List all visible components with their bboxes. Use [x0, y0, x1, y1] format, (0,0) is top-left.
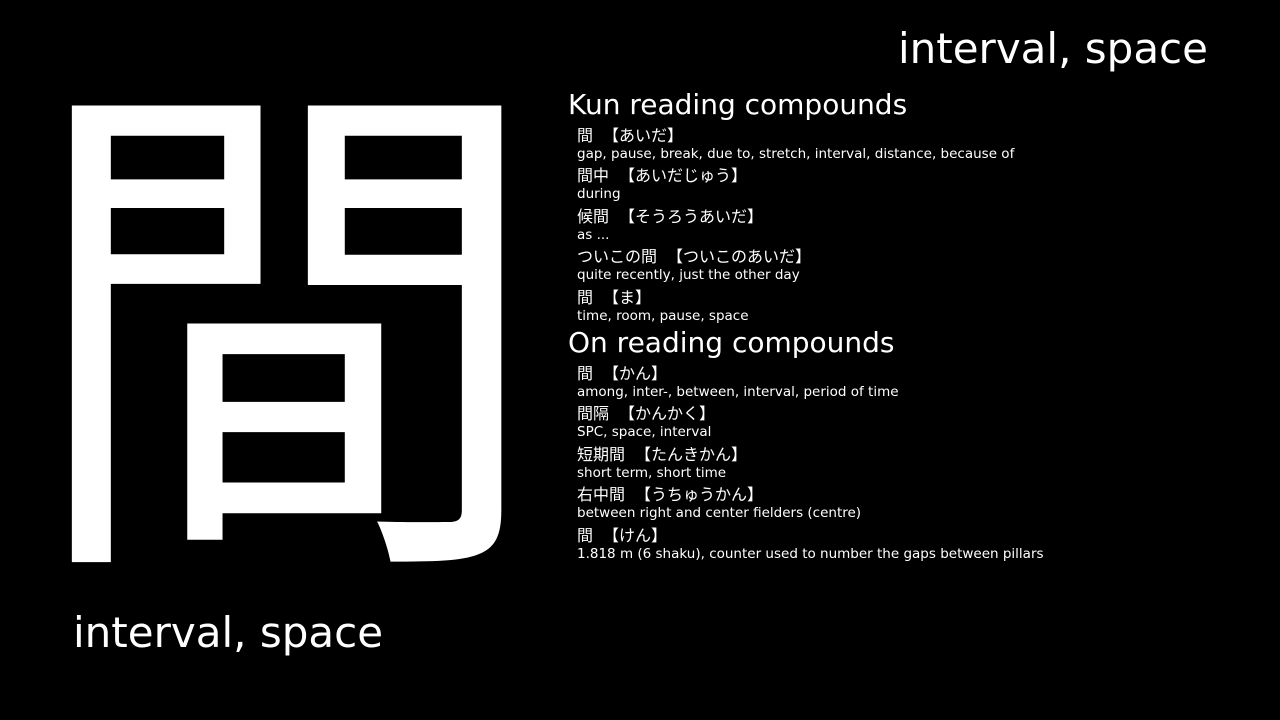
- compounds-panel: Kun reading compounds 間【あいだ】 gap, pause,…: [568, 88, 1248, 562]
- compound-word: 間隔: [577, 404, 610, 424]
- compound-word: 間: [577, 363, 594, 383]
- kun-compound-entry: 候間 【そうろうあいだ】 as ...: [577, 207, 1248, 243]
- compound-word: 間: [577, 287, 594, 307]
- on-compound-entry: 間【かん】 among, inter-, between, interval, …: [577, 364, 1248, 400]
- compound-word: 右中間: [577, 485, 626, 505]
- on-reading-section: On reading compounds 間【かん】 among, inter-…: [568, 326, 1248, 562]
- compound-reading: 【あいだじゅう】: [619, 166, 748, 186]
- compound-meaning: during: [577, 186, 621, 203]
- compound-reading: 【かん】: [603, 363, 668, 383]
- on-compound-entry: 間隔 【かんかく】 SPC, space, interval: [577, 404, 1248, 440]
- compound-word-line: 間【けん】: [577, 526, 1248, 546]
- kun-reading-section: Kun reading compounds 間【あいだ】 gap, pause,…: [568, 88, 1248, 324]
- compound-reading: 【たんきかん】: [635, 444, 748, 464]
- compound-word-line: 間【かん】: [577, 364, 1248, 384]
- compound-reading: 【けん】: [603, 525, 668, 545]
- compound-word-line: 間【ま】: [577, 288, 1248, 308]
- compound-meaning: SPC, space, interval: [577, 424, 712, 441]
- compound-word: 候間: [577, 206, 610, 226]
- compound-word: 間: [577, 525, 594, 545]
- compound-reading: 【ついこのあいだ】: [667, 247, 812, 267]
- compound-meaning: short term, short time: [577, 464, 727, 481]
- compound-word-line: ついこの間 【ついこのあいだ】: [577, 247, 1248, 267]
- compound-reading: 【ま】: [603, 287, 652, 307]
- compound-meaning: time, room, pause, space: [577, 307, 749, 324]
- meaning-title-top: interval, space: [897, 24, 1208, 73]
- compound-meaning: 1.818 m (6 shaku), counter used to numbe…: [577, 545, 1044, 562]
- compound-meaning: as ...: [577, 226, 610, 243]
- compound-word: ついこの間: [577, 247, 658, 267]
- compound-meaning: gap, pause, break, due to, stretch, inte…: [577, 146, 1015, 162]
- main-kanji: 間: [25, 60, 545, 620]
- meaning-caption-bottom: interval, space: [73, 608, 384, 657]
- compound-meaning: quite recently, just the other day: [577, 267, 800, 284]
- compound-word-line: 間中 【あいだじゅう】: [577, 166, 1248, 186]
- compound-word-line: 候間 【そうろうあいだ】: [577, 207, 1248, 227]
- kun-compound-entry: ついこの間 【ついこのあいだ】 quite recently, just the …: [577, 247, 1248, 283]
- kun-compound-entry: 間中 【あいだじゅう】 during: [577, 166, 1248, 202]
- on-reading-heading: On reading compounds: [568, 325, 895, 359]
- compound-word-line: 間隔 【かんかく】: [577, 404, 1248, 424]
- kun-compound-entry: 間【ま】 time, room, pause, space: [577, 288, 1248, 324]
- kun-reading-heading: Kun reading compounds: [568, 88, 908, 121]
- compound-word-line: 右中間 【うちゅうかん】: [577, 485, 1248, 505]
- compound-word: 間: [577, 126, 594, 145]
- on-compound-entry: 右中間 【うちゅうかん】 between right and center fie…: [577, 485, 1248, 521]
- compound-reading: 【そうろうあいだ】: [619, 206, 764, 226]
- compound-meaning: between right and center fielders (centr…: [577, 505, 862, 522]
- compound-reading: 【うちゅうかん】: [635, 485, 764, 505]
- compound-reading: 【かんかく】: [619, 404, 716, 424]
- compound-meaning: among, inter-, between, interval, period…: [577, 383, 899, 400]
- compound-word-line: 間【あいだ】: [577, 126, 1248, 146]
- compound-word-line: 短期間 【たんきかん】: [577, 445, 1248, 465]
- on-compound-entry: 短期間 【たんきかん】 short term, short time: [577, 445, 1248, 481]
- compound-reading: 【あいだ】: [603, 126, 684, 145]
- on-compound-entry: 間【けん】 1.818 m (6 shaku), counter used to…: [577, 526, 1248, 562]
- compound-word: 間中: [577, 166, 610, 186]
- kun-compound-entry: 間【あいだ】 gap, pause, break, due to, stretc…: [577, 126, 1248, 162]
- compound-word: 短期間: [577, 444, 626, 464]
